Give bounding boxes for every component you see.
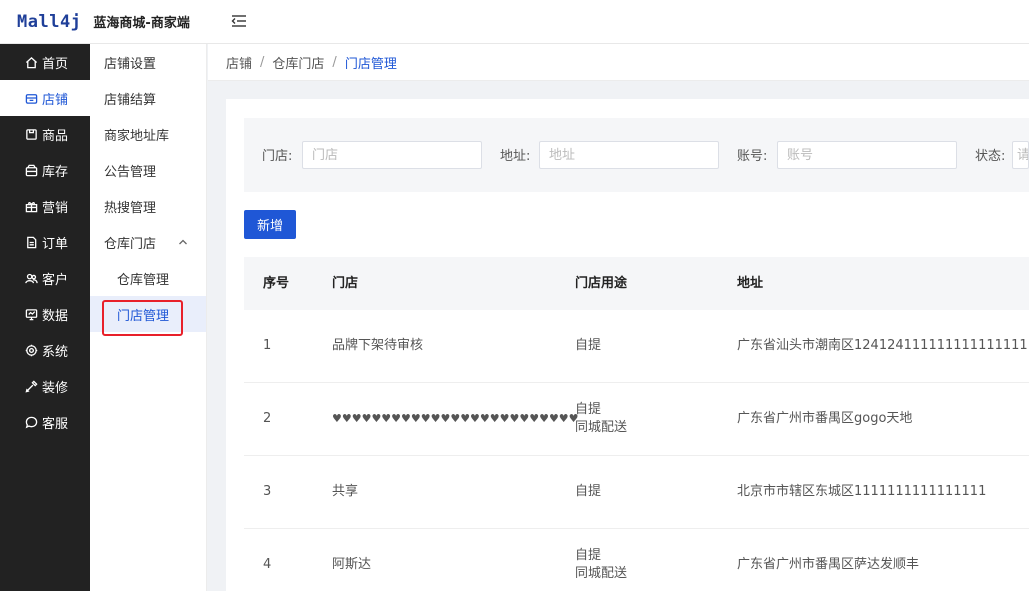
subnav-item-label: 门店管理 <box>117 308 170 324</box>
shop-name: 蓝海商城-商家端 <box>93 16 190 31</box>
breadcrumb-separator: / <box>332 54 337 70</box>
cell-usage: 自提 同城配送 <box>575 548 628 581</box>
table-row: 2 ♥♥♥♥♥♥♥♥♥♥♥♥♥♥♥♥♥♥♥♥♥♥♥♥♥ 自提 同城配送 广东省广州… <box>244 383 1029 456</box>
main-panel: 门店: 地址: 账号: 状态: 新增 序号 门店 门店用途 地址 1 品牌下架待… <box>226 99 1029 591</box>
logo: Mall4j <box>17 11 82 32</box>
nav-label: 商品 <box>42 128 69 144</box>
subnav-item-address-library[interactable]: 商家地址库 <box>90 116 206 152</box>
nav-label: 营销 <box>42 200 69 216</box>
nav-item-system[interactable]: 系统 <box>0 332 90 368</box>
store-table: 序号 门店 门店用途 地址 1 品牌下架待审核 自提 广东省汕头市潮南区1241… <box>244 257 1029 591</box>
cell-address: 广东省汕头市潮南区124124111111111111111111 <box>737 338 1029 353</box>
nav-item-customers[interactable]: 客户 <box>0 260 90 296</box>
cell-address: 北京市市辖区东城区1111111111111111 <box>737 484 987 499</box>
breadcrumb-current: 门店管理 <box>344 56 397 72</box>
table-row: 3 共享 自提 北京市市辖区东城区1111111111111111 <box>244 456 1029 529</box>
breadcrumb-separator: / <box>260 54 265 70</box>
nav-label: 数据 <box>42 308 69 324</box>
order-icon <box>24 235 38 249</box>
breadcrumb-item[interactable]: 仓库门店 <box>272 53 324 72</box>
nav-item-store[interactable]: 店铺 <box>0 80 90 116</box>
nav-label: 首页 <box>42 56 69 72</box>
nav-item-data[interactable]: 数据 <box>0 296 90 332</box>
customer-icon <box>24 271 38 285</box>
header-store: 门店 <box>332 275 359 291</box>
nav-label: 客服 <box>42 416 69 432</box>
status-filter-select[interactable] <box>1012 141 1029 169</box>
product-icon <box>24 127 38 141</box>
address-filter-label: 地址: <box>500 149 531 164</box>
subnav-item-hot-search[interactable]: 热搜管理 <box>90 188 206 224</box>
subnav-group-label: 仓库门店 <box>104 236 157 252</box>
subnav-item-shop-settings[interactable]: 店铺设置 <box>90 44 206 80</box>
cell-index: 1 <box>263 338 272 353</box>
address-filter-input[interactable] <box>539 141 719 169</box>
table-row: 4 阿斯达 自提 同城配送 广东省广州市番禺区萨达发顺丰 <box>244 529 1029 591</box>
cell-usage: 自提 <box>575 338 602 353</box>
nav-item-inventory[interactable]: 库存 <box>0 152 90 188</box>
header-usage: 门店用途 <box>575 275 628 291</box>
account-filter-input[interactable] <box>777 141 957 169</box>
nav-item-home[interactable]: 首页 <box>0 44 90 80</box>
primary-sidebar: 首页 店铺 商品 库存 营销 订单 客户 数据 系统 装修 客服 <box>0 44 90 591</box>
nav-label: 客户 <box>42 272 69 288</box>
cell-store: 品牌下架待审核 <box>332 338 424 353</box>
breadcrumb-item[interactable]: 店铺 <box>226 53 252 72</box>
filter-bar: 门店: 地址: 账号: 状态: <box>244 118 1029 192</box>
cell-address: 广东省广州市番禺区gogo天地 <box>737 411 913 426</box>
breadcrumb: 店铺 / 仓库门店 / 门店管理 <box>208 44 1029 81</box>
nav-item-marketing[interactable]: 营销 <box>0 188 90 224</box>
nav-item-product[interactable]: 商品 <box>0 116 90 152</box>
subnav-item-announcements[interactable]: 公告管理 <box>90 152 206 188</box>
top-header: Mall4j 蓝海商城-商家端 <box>0 0 1029 44</box>
nav-label: 订单 <box>42 236 69 252</box>
nav-label: 库存 <box>42 164 69 180</box>
add-button[interactable]: 新增 <box>244 210 296 239</box>
table-row: 1 品牌下架待审核 自提 广东省汕头市潮南区124124111111111111… <box>244 310 1029 383</box>
inventory-icon <box>24 163 38 177</box>
cell-usage: 自提 同城配送 <box>575 402 628 435</box>
subnav-item-shop-settlement[interactable]: 店铺结算 <box>90 80 206 116</box>
nav-label: 店铺 <box>42 92 69 108</box>
chevron-up-icon <box>179 239 187 245</box>
cell-store: ♥♥♥♥♥♥♥♥♥♥♥♥♥♥♥♥♥♥♥♥♥♥♥♥♥ <box>332 412 579 425</box>
subnav-item-store-management[interactable]: 门店管理 <box>90 296 206 336</box>
cell-index: 3 <box>263 484 272 499</box>
header-address: 地址 <box>737 275 764 291</box>
decoration-icon <box>24 379 38 393</box>
store-icon <box>24 91 38 105</box>
header-index: 序号 <box>263 275 290 291</box>
store-filter-input[interactable] <box>302 141 482 169</box>
nav-item-decoration[interactable]: 装修 <box>0 368 90 404</box>
home-icon <box>24 55 38 69</box>
nav-item-service[interactable]: 客服 <box>0 404 90 440</box>
nav-item-orders[interactable]: 订单 <box>0 224 90 260</box>
cell-index: 2 <box>263 411 272 426</box>
subnav-group-warehouse-store[interactable]: 仓库门店 <box>90 224 206 260</box>
nav-label: 系统 <box>42 344 69 360</box>
secondary-sidebar: 店铺设置 店铺结算 商家地址库 公告管理 热搜管理 仓库门店 仓库管理 门店管理 <box>90 44 207 591</box>
nav-label: 装修 <box>42 380 69 396</box>
service-icon <box>24 415 38 429</box>
cell-address: 广东省广州市番禺区萨达发顺丰 <box>737 557 920 572</box>
store-filter-label: 门店: <box>262 149 293 164</box>
cell-store: 阿斯达 <box>332 557 372 572</box>
subnav-item-warehouse-management[interactable]: 仓库管理 <box>90 260 206 296</box>
system-icon <box>24 343 38 357</box>
data-icon <box>24 307 38 321</box>
cell-index: 4 <box>263 557 272 572</box>
account-filter-label: 账号: <box>737 149 768 164</box>
cell-store: 共享 <box>332 484 359 499</box>
menu-collapse-icon[interactable] <box>230 12 248 30</box>
cell-usage: 自提 <box>575 484 602 499</box>
table-header: 序号 门店 门店用途 地址 <box>244 257 1029 310</box>
gift-icon <box>24 199 38 213</box>
status-filter-label: 状态: <box>975 149 1006 164</box>
